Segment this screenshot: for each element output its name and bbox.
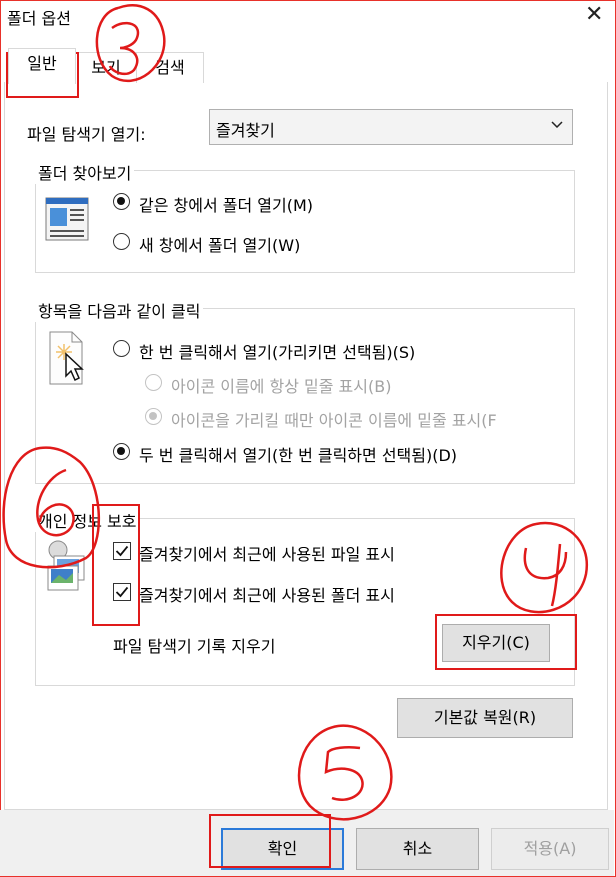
radio-new-window-label: 새 창에서 폴더 열기(W)	[139, 236, 301, 255]
tab-view-label: 보기	[91, 58, 121, 77]
checkbox-recent-files-label: 즐겨찾기에서 최근에 사용된 파일 표시	[139, 545, 395, 564]
radio-new-window[interactable]	[113, 233, 130, 250]
cursor-document-icon	[48, 330, 88, 392]
ok-button[interactable]: 확인	[221, 828, 344, 870]
radio-underline-hover[interactable]	[145, 408, 162, 425]
privacy-title: 개인 정보 보호	[35, 508, 140, 532]
window-title: 폴더 옵션	[7, 9, 71, 28]
restore-defaults-button[interactable]: 기본값 복원(R)	[397, 698, 573, 738]
radio-double-click-label: 두 번 클릭해서 열기(한 번 클릭하면 선택됨)(D)	[139, 446, 458, 465]
checkbox-frequent-folders-label: 즐겨찾기에서 최근에 사용된 폴더 표시	[139, 586, 395, 605]
radio-underline-hover-label: 아이콘을 가리킬 때만 아이콘 이름에 밑줄 표시(F	[171, 411, 497, 430]
checkbox-recent-files[interactable]	[113, 542, 131, 560]
tab-general-label: 일반	[27, 54, 57, 73]
tab-general[interactable]: 일반	[8, 48, 76, 84]
cancel-button[interactable]: 취소	[356, 828, 479, 870]
radio-single-click-label: 한 번 클릭해서 열기(가리키면 선택됨)(S)	[139, 343, 416, 362]
explorer-open-dropdown[interactable]: 즐겨찾기	[209, 109, 573, 145]
radio-same-window-label: 같은 창에서 폴더 열기(M)	[139, 196, 314, 215]
radio-same-window[interactable]	[113, 193, 130, 210]
clear-history-label: 파일 탐색기 기록 지우기	[113, 637, 276, 656]
chevron-down-icon	[550, 117, 564, 135]
close-icon[interactable]: ✕	[585, 2, 603, 27]
privacy-icon	[44, 538, 90, 598]
click-items-title: 항목을 다음과 같이 클릭	[35, 298, 204, 322]
radio-single-click[interactable]	[113, 340, 130, 357]
clear-button[interactable]: 지우기(C)	[442, 624, 550, 662]
checkbox-frequent-folders[interactable]	[113, 583, 131, 601]
tab-search[interactable]: 검색	[136, 52, 204, 83]
window-folder-icon	[45, 196, 89, 246]
tab-view[interactable]: 보기	[74, 52, 138, 83]
radio-underline-always-label: 아이콘 이름에 항상 밑줄 표시(B)	[171, 377, 392, 396]
explorer-open-label: 파일 탐색기 열기:	[27, 125, 146, 144]
explorer-open-value: 즐겨찾기	[216, 121, 275, 140]
radio-underline-always[interactable]	[145, 374, 162, 391]
tab-search-label: 검색	[155, 58, 185, 77]
apply-button[interactable]: 적용(A)	[491, 828, 609, 870]
browse-folders-group	[35, 170, 575, 273]
radio-double-click[interactable]	[113, 443, 130, 460]
browse-folders-title: 폴더 찾아보기	[35, 160, 135, 184]
